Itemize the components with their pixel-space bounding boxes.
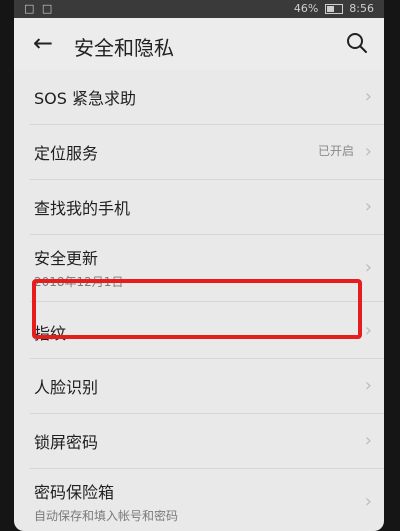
page-title: 安全和隐私	[74, 36, 174, 60]
arrow-left-icon: ←	[32, 29, 54, 57]
header: ← 安全和隐私	[14, 18, 384, 70]
battery-icon	[324, 4, 343, 14]
chevron-right-icon: ›	[364, 491, 372, 512]
list-item-find-phone[interactable]: 查找我的手机 ›	[30, 180, 384, 235]
item-label: 定位服务	[34, 144, 99, 163]
search-button[interactable]	[344, 30, 370, 56]
highlight-box	[32, 279, 362, 339]
item-value: 已开启	[317, 144, 354, 158]
list-item-lock-screen-password[interactable]: 锁屏密码 ›	[30, 414, 384, 469]
status-bar: □ □ 46% 8:56	[14, 0, 384, 18]
item-label: 锁屏密码	[34, 433, 99, 452]
chevron-right-icon: ›	[364, 196, 372, 217]
clock: 8:56	[349, 2, 374, 15]
chevron-right-icon: ›	[364, 86, 372, 107]
item-label: SOS 紧急求助	[34, 89, 136, 108]
search-icon	[347, 33, 367, 53]
chevron-right-icon: ›	[364, 375, 372, 396]
item-label: 查找我的手机	[34, 199, 131, 218]
chevron-right-icon: ›	[364, 430, 372, 451]
status-right: 46% 8:56	[294, 2, 374, 15]
list-item-password-vault[interactable]: 密码保险箱 自动保存和填入帐号和密码 ›	[30, 469, 384, 531]
item-label: 安全更新	[34, 249, 99, 268]
item-label: 密码保险箱	[34, 483, 115, 502]
chevron-right-icon: ›	[364, 257, 372, 278]
battery-percent: 46%	[293, 2, 319, 15]
list-item-sos[interactable]: SOS 紧急求助 ›	[30, 70, 384, 125]
chevron-right-icon: ›	[364, 141, 372, 162]
item-subtitle: 自动保存和填入帐号和密码	[34, 509, 179, 523]
list-item-location[interactable]: 定位服务 已开启 ›	[30, 125, 384, 180]
phone-screen: □ □ 46% 8:56 ← 安全和隐私 SOS 紧急求助 › 定位服务 已开启…	[14, 0, 384, 531]
back-button[interactable]: ←	[30, 30, 56, 56]
chevron-right-icon: ›	[364, 320, 372, 341]
list-item-face-recognition[interactable]: 人脸识别 ›	[30, 359, 384, 414]
status-icons: □ □	[24, 2, 55, 15]
item-label: 人脸识别	[34, 378, 99, 397]
